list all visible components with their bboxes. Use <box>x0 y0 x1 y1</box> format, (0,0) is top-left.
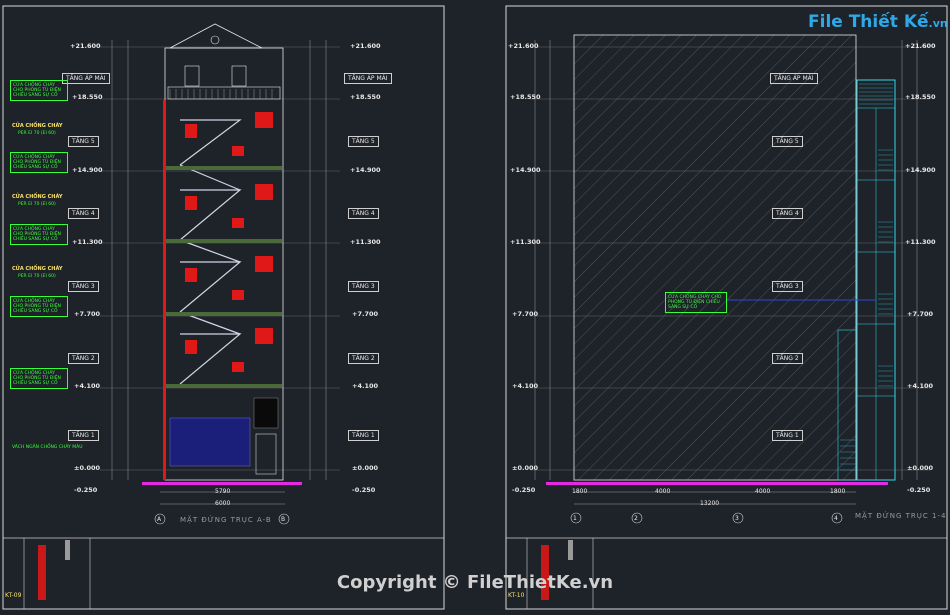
left-floor-tag-3: TẦNG 3 <box>68 281 99 292</box>
right-axis-1: 1 <box>573 515 577 522</box>
left-fire-door-1: CỬA CHỐNG CHÁY <box>12 123 63 129</box>
right-axis-3: 3 <box>735 515 739 522</box>
left-elev-1: +21.600 <box>70 42 101 50</box>
left-floor-tag-roof: TẦNG ÁP MÁI <box>62 73 110 84</box>
right-ground-line <box>546 482 888 485</box>
left-floor-tag-1: TẦNG 1 <box>68 430 99 441</box>
left-elev-8: -0.250 <box>74 486 98 494</box>
left-floor-tag-roof-r: TẦNG ÁP MÁI <box>344 73 392 84</box>
right-axis-2: 2 <box>634 515 638 522</box>
left-view-title: MẶT ĐỨNG TRỤC A-B <box>180 516 272 524</box>
right-floor-tag-1: TẦNG 1 <box>772 430 803 441</box>
left-floor-tag-5-r: TẦNG 5 <box>348 136 379 147</box>
right-floor-tag-5: TẦNG 5 <box>772 136 803 147</box>
right-floor-tag-4: TẦNG 4 <box>772 208 803 219</box>
left-green-note-2: CỬA CHỐNG CHÁY CHO PHÒNG TỦ ĐIỆN CHIẾU S… <box>10 152 68 173</box>
left-fire-door-2: CỬA CHỐNG CHÁY <box>12 194 63 200</box>
left-ground-line <box>142 482 302 485</box>
right-dim-total: 13200 <box>700 500 720 507</box>
left-dim-total: 6000 <box>215 500 231 507</box>
right-elev-2: +18.550 <box>510 93 541 101</box>
left-axis-label-A: A <box>157 516 162 523</box>
right-elev-6: +4.100 <box>512 382 539 390</box>
right-elev-7: ±0.000 <box>512 464 539 472</box>
right-dim-seg-1: 1800 <box>572 488 588 495</box>
left-firewall <box>163 100 166 480</box>
left-green-note-3: CỬA CHỐNG CHÁY CHO PHÒNG TỦ ĐIỆN CHIẾU S… <box>10 224 68 245</box>
drawing-canvas <box>2 5 948 610</box>
left-floor-tag-2: TẦNG 2 <box>68 353 99 364</box>
left-elev-r8: -0.250 <box>352 486 376 494</box>
right-hatched-wall <box>573 34 857 481</box>
right-elev-r5: +7.700 <box>907 310 934 318</box>
right-sheet-code: KT-10 <box>508 592 525 599</box>
left-floor-tag-4: TẦNG 4 <box>68 208 99 219</box>
left-bottom-note: VÁCH NGĂN CHỐNG CHÁY MÀU <box>12 445 83 450</box>
right-view-title: MẶT ĐỨNG TRỤC 1-4 <box>855 512 947 520</box>
left-elev-2: +18.550 <box>72 93 103 101</box>
left-green-note-4: CỬA CHỐNG CHÁY CHO PHÒNG TỦ ĐIỆN CHIẾU S… <box>10 296 68 317</box>
left-ground-garage <box>169 417 251 467</box>
right-elev-r8: -0.250 <box>907 486 931 494</box>
left-floor-tag-1-r: TẦNG 1 <box>348 430 379 441</box>
left-elev-r6: +4.100 <box>352 382 379 390</box>
left-elev-6: +4.100 <box>74 382 101 390</box>
left-elev-r7: ±0.000 <box>352 464 379 472</box>
left-fire-door-sub-1: PER EI 70 (EI 60) <box>18 131 56 136</box>
left-floor-tag-3-r: TẦNG 3 <box>348 281 379 292</box>
left-green-note-1: CỬA CHỐNG CHÁY CHO PHÒNG TỦ ĐIỆN CHIẾU S… <box>10 80 68 101</box>
right-green-note: CỬA CHỐNG CHÁY CHO PHÒNG TỦ ĐIỆN CHIẾU S… <box>665 292 727 313</box>
left-elev-3: +14.900 <box>72 166 103 174</box>
brand-logo: File Thiết Kế.vn <box>808 12 948 32</box>
right-elev-4: +11.300 <box>510 238 541 246</box>
left-fire-door-3: CỬA CHỐNG CHÁY <box>12 266 63 272</box>
left-dim-inner: 5790 <box>215 488 231 495</box>
left-axis-label-B: B <box>281 516 286 523</box>
right-elev-8: -0.250 <box>512 486 536 494</box>
right-elev-1: +21.600 <box>508 42 539 50</box>
right-floor-tag-2: TẦNG 2 <box>772 353 803 364</box>
right-elev-5: +7.700 <box>512 310 539 318</box>
right-dim-seg-2: 4000 <box>655 488 671 495</box>
left-elev-4: +11.300 <box>72 238 103 246</box>
left-elev-r1: +21.600 <box>350 42 381 50</box>
right-elev-r2: +18.550 <box>905 93 936 101</box>
right-elev-3: +14.900 <box>510 166 541 174</box>
left-floor-tag-4-r: TẦNG 4 <box>348 208 379 219</box>
right-floor-tag-roof: TẦNG ÁP MÁI <box>770 73 818 84</box>
copyright-watermark: Copyright © FileThietKe.vn <box>336 572 614 593</box>
right-elev-r1: +21.600 <box>905 42 936 50</box>
left-elev-5: +7.700 <box>74 310 101 318</box>
right-elev-r3: +14.900 <box>905 166 936 174</box>
left-elev-7: ±0.000 <box>74 464 101 472</box>
left-green-note-5: CỬA CHỐNG CHÁY CHO PHÒNG TỦ ĐIỆN CHIẾU S… <box>10 368 68 389</box>
right-axis-4: 4 <box>834 515 838 522</box>
right-elev-r7: ±0.000 <box>907 464 934 472</box>
left-elev-r3: +14.900 <box>350 166 381 174</box>
right-elev-r4: +11.300 <box>905 238 936 246</box>
left-floor-tag-2-r: TẦNG 2 <box>348 353 379 364</box>
left-fire-door-sub-2: PER EI 70 (EI 60) <box>18 202 56 207</box>
left-sheet-code: KT-09 <box>5 592 22 599</box>
right-floor-tag-3: TẦNG 3 <box>772 281 803 292</box>
left-elev-r5: +7.700 <box>352 310 379 318</box>
right-dim-seg-3: 4000 <box>755 488 771 495</box>
left-elev-r4: +11.300 <box>350 238 381 246</box>
right-elev-r6: +4.100 <box>907 382 934 390</box>
right-dim-seg-4: 1800 <box>830 488 846 495</box>
left-floor-tag-5: TẦNG 5 <box>68 136 99 147</box>
left-fire-door-sub-3: PER EI 70 (EI 60) <box>18 274 56 279</box>
left-elev-r2: +18.550 <box>350 93 381 101</box>
